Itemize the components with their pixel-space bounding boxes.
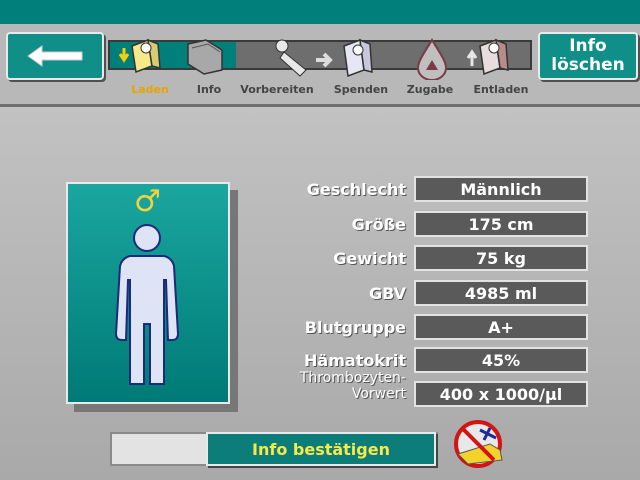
info-delete-button[interactable]: Info löschen	[538, 32, 638, 80]
label-geschlecht: Geschlecht	[306, 180, 406, 199]
label-gewicht: Gewicht	[333, 249, 406, 268]
value-blutgruppe[interactable]: A+	[414, 314, 588, 340]
step-label-vorbereiten[interactable]: Vorbereiten	[234, 83, 320, 96]
step-label-laden[interactable]: Laden	[122, 83, 178, 96]
label-groesse: Größe	[351, 215, 406, 234]
person-silhouette-icon	[114, 224, 180, 385]
value-gewicht[interactable]: 75 kg	[414, 245, 588, 271]
unload-bag-icon	[466, 38, 509, 76]
step-label-entladen[interactable]: Entladen	[464, 83, 538, 96]
step-label-spenden[interactable]: Spenden	[328, 83, 394, 96]
top-status-bar	[0, 0, 640, 24]
label-haematokrit: Hämatokrit	[304, 351, 406, 370]
value-groesse[interactable]: 175 cm	[414, 211, 588, 237]
donor-prepare-icon	[275, 39, 333, 77]
workflow-progress-track	[108, 38, 532, 80]
value-geschlecht[interactable]: Männlich	[414, 176, 588, 202]
confirm-info-button[interactable]: Info bestätigen	[206, 432, 436, 466]
label-thrombozyten: Thrombozyten- Vorwert	[299, 370, 406, 402]
back-arrow-icon	[27, 45, 83, 67]
donate-bag-icon	[343, 38, 373, 78]
additive-drop-icon	[416, 38, 448, 80]
folder-icon	[187, 39, 223, 75]
step-label-info[interactable]: Info	[186, 83, 232, 96]
value-thrombozyten[interactable]: 400 x 1000/µl	[414, 381, 588, 407]
value-gbv[interactable]: 4985 ml	[414, 280, 588, 306]
step-label-zugabe[interactable]: Zugabe	[400, 83, 460, 96]
label-blutgruppe: Blutgruppe	[304, 318, 406, 337]
value-haematokrit[interactable]: 45%	[414, 347, 588, 373]
back-button[interactable]	[6, 32, 104, 80]
load-bag-icon	[118, 38, 161, 74]
label-gbv: GBV	[368, 284, 406, 303]
no-arm-connection-icon	[454, 420, 503, 468]
header-bar: Info löschen Laden Info Vorbereiten Spen…	[0, 24, 640, 107]
